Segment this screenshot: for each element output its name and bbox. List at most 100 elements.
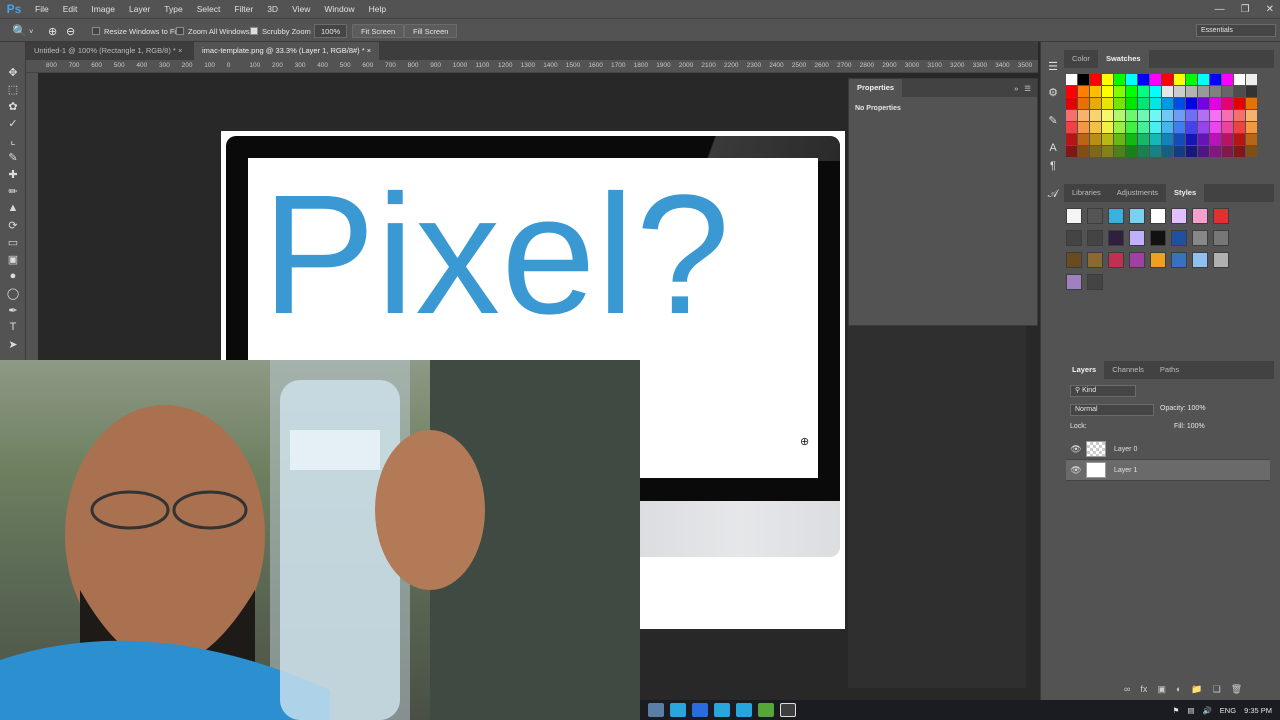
swatch[interactable]	[1090, 110, 1101, 121]
zoom-value-field[interactable]: 100%	[314, 24, 348, 38]
swatch[interactable]	[1186, 134, 1197, 145]
swatch[interactable]	[1102, 134, 1113, 145]
history-icon[interactable]: ☰	[1045, 58, 1061, 74]
skype-icon[interactable]	[670, 703, 686, 717]
minimize-icon[interactable]: —	[1215, 4, 1225, 15]
swatch[interactable]	[1066, 98, 1077, 109]
style-preset[interactable]	[1171, 230, 1187, 246]
swatch[interactable]	[1174, 74, 1185, 85]
swatch[interactable]	[1198, 86, 1209, 97]
swatch[interactable]	[1234, 110, 1245, 121]
workspace-switcher[interactable]: Essentials	[1196, 24, 1276, 37]
layer-row-layer-1[interactable]: 👁 Layer 1	[1066, 460, 1270, 481]
volume-icon[interactable]: 🔊	[1202, 706, 1211, 715]
close-icon[interactable]: ✕	[1266, 4, 1274, 15]
swatch[interactable]	[1078, 98, 1089, 109]
dodge-tool-icon[interactable]: ◯	[5, 285, 21, 301]
new-layer-icon[interactable]: ❏	[1213, 684, 1221, 695]
tab-imac-template[interactable]: imac-template.png @ 33.3% (Layer 1, RGB/…	[194, 42, 380, 60]
menu-file[interactable]: File	[28, 0, 56, 18]
swatch[interactable]	[1138, 86, 1149, 97]
tab-libraries[interactable]: Libraries	[1064, 184, 1109, 202]
swatch[interactable]	[1162, 146, 1173, 157]
swatch[interactable]	[1126, 146, 1137, 157]
panel-menu-icon[interactable]: ☰	[1024, 84, 1031, 93]
swatch[interactable]	[1150, 74, 1161, 85]
style-preset[interactable]	[1150, 252, 1166, 268]
swatch[interactable]	[1078, 134, 1089, 145]
swatch[interactable]	[1246, 110, 1257, 121]
swatch[interactable]	[1090, 74, 1101, 85]
swatch[interactable]	[1174, 86, 1185, 97]
zoom-in-icon[interactable]: ⊕	[48, 24, 57, 38]
swatch[interactable]	[1174, 134, 1185, 145]
style-preset[interactable]	[1150, 208, 1166, 224]
swatch[interactable]	[1222, 134, 1233, 145]
app-icon[interactable]	[648, 703, 664, 717]
swatch[interactable]	[1090, 86, 1101, 97]
zoom-all-checkbox[interactable]: Zoom All Windows	[176, 24, 250, 38]
swatch[interactable]	[1150, 134, 1161, 145]
network-icon[interactable]: ▤	[1187, 706, 1194, 715]
swatch[interactable]	[1162, 134, 1173, 145]
style-preset[interactable]	[1171, 208, 1187, 224]
gradient-tool-icon[interactable]: ▣	[5, 251, 21, 267]
resize-windows-checkbox[interactable]: Resize Windows to Fit	[92, 24, 178, 38]
path-select-tool-icon[interactable]: ➤	[5, 336, 21, 352]
swatch[interactable]	[1210, 146, 1221, 157]
swatch[interactable]	[1078, 74, 1089, 85]
swatch[interactable]	[1150, 98, 1161, 109]
crop-tool-icon[interactable]: ⌞	[5, 132, 21, 148]
link-layers-icon[interactable]: ∞	[1124, 684, 1130, 695]
adjustment-layer-icon[interactable]: ◐	[1176, 684, 1181, 695]
swatch[interactable]	[1210, 110, 1221, 121]
swatch[interactable]	[1114, 110, 1125, 121]
swatch[interactable]	[1150, 86, 1161, 97]
swatch[interactable]	[1150, 122, 1161, 133]
style-preset[interactable]	[1087, 274, 1103, 290]
swatch[interactable]	[1246, 74, 1257, 85]
swatch[interactable]	[1114, 98, 1125, 109]
swatch[interactable]	[1198, 122, 1209, 133]
fx-icon[interactable]: fx	[1140, 684, 1147, 695]
style-preset[interactable]	[1129, 230, 1145, 246]
history-brush-tool-icon[interactable]: ⟳	[5, 217, 21, 233]
swatch[interactable]	[1210, 86, 1221, 97]
tab-color[interactable]: Color	[1064, 50, 1098, 68]
trash-icon[interactable]: 🗑	[1231, 684, 1242, 695]
swatch[interactable]	[1162, 122, 1173, 133]
tab-properties[interactable]: Properties	[849, 79, 903, 97]
style-preset[interactable]	[1213, 230, 1229, 246]
swatch[interactable]	[1210, 98, 1221, 109]
swatch[interactable]	[1198, 134, 1209, 145]
language-indicator[interactable]: ENG	[1220, 706, 1236, 715]
swatch[interactable]	[1138, 146, 1149, 157]
tab-adjustments[interactable]: Adjustments	[1109, 184, 1166, 202]
swatch[interactable]	[1126, 86, 1137, 97]
swatch[interactable]	[1186, 98, 1197, 109]
style-preset[interactable]	[1150, 230, 1166, 246]
move-tool-icon[interactable]: ✥	[5, 64, 21, 80]
brush-settings-icon[interactable]: ✎	[1045, 112, 1061, 128]
swatch[interactable]	[1126, 98, 1137, 109]
swatch[interactable]	[1066, 74, 1077, 85]
fit-screen-button[interactable]: Fit Screen	[352, 24, 405, 38]
swatch[interactable]	[1234, 146, 1245, 157]
swatch[interactable]	[1102, 122, 1113, 133]
tab-untitled-1[interactable]: Untitled-1 @ 100% (Rectangle 1, RGB/8) *…	[26, 42, 190, 60]
style-preset[interactable]	[1066, 274, 1082, 290]
swatch[interactable]	[1198, 146, 1209, 157]
tab-channels[interactable]: Channels	[1104, 361, 1152, 379]
tab-paths[interactable]: Paths	[1152, 361, 1187, 379]
menu-layer[interactable]: Layer	[122, 0, 157, 18]
tab-layers[interactable]: Layers	[1064, 361, 1105, 379]
layer-row-layer-0[interactable]: 👁 Layer 0	[1066, 439, 1270, 460]
paragraph-icon[interactable]: ¶	[1045, 158, 1061, 174]
swatch[interactable]	[1138, 122, 1149, 133]
swatch[interactable]	[1186, 110, 1197, 121]
tab-close-icon[interactable]: ×	[178, 46, 182, 55]
menu-select[interactable]: Select	[190, 0, 228, 18]
swatch[interactable]	[1186, 86, 1197, 97]
swatch[interactable]	[1150, 146, 1161, 157]
style-preset[interactable]	[1129, 208, 1145, 224]
